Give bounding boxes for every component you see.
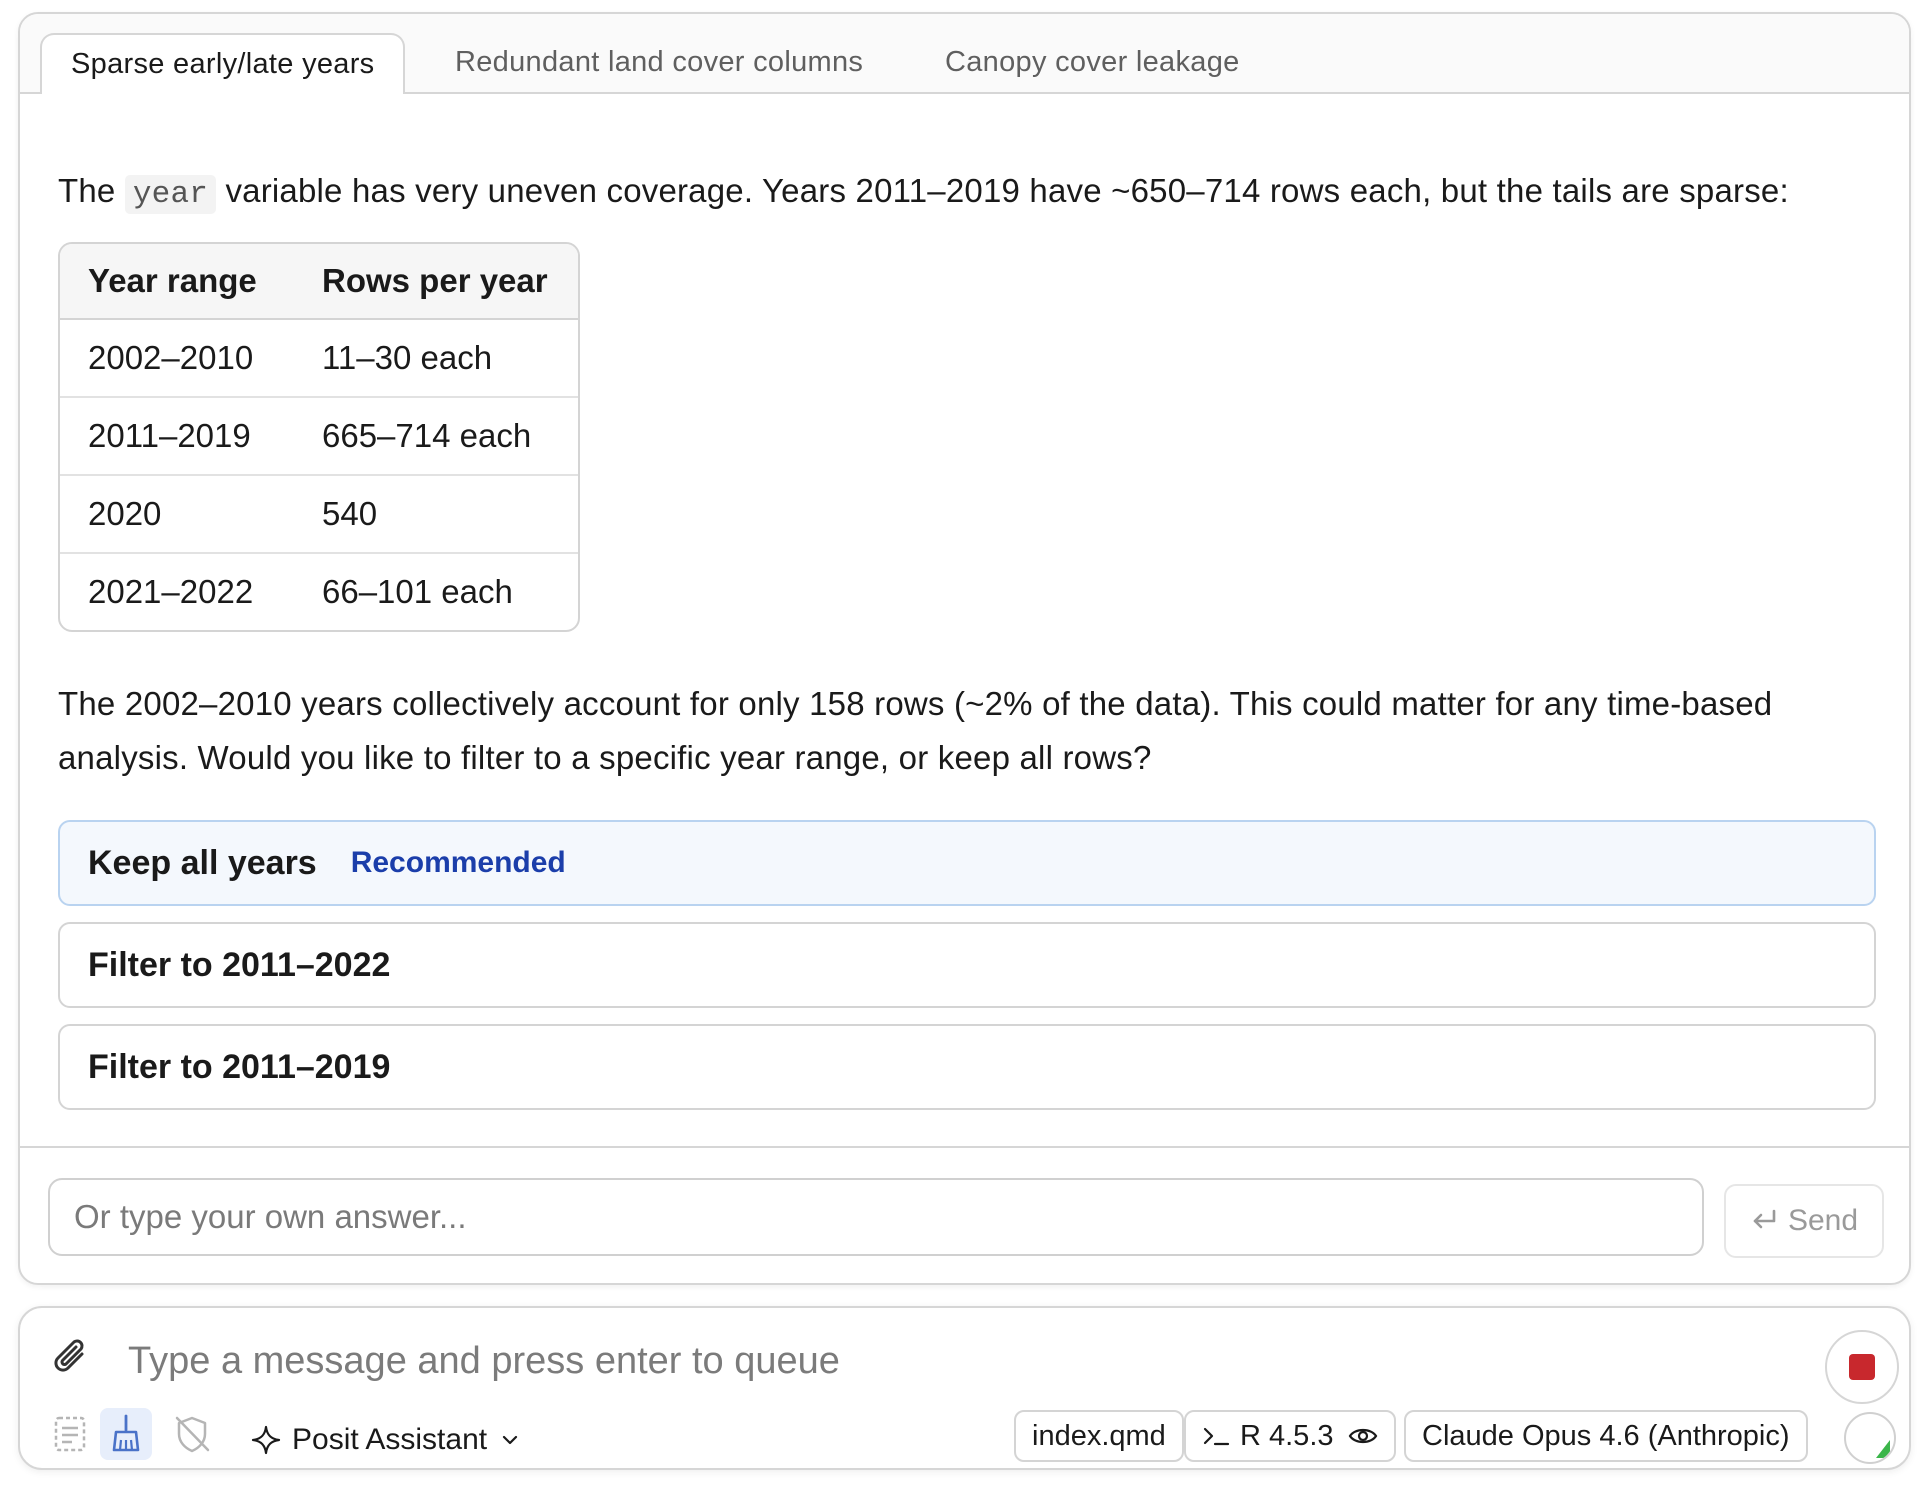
context-file-pill[interactable]: index.qmd bbox=[1014, 1410, 1184, 1462]
year-coverage-table: Year range Rows per year 2002–2010 11–30… bbox=[58, 242, 580, 632]
eye-icon bbox=[1348, 1428, 1377, 1444]
intro-text-after: variable has very uneven coverage. Years… bbox=[225, 172, 1789, 209]
tab-redundant-land-cover[interactable]: Redundant land cover columns bbox=[426, 33, 892, 92]
code-term: year bbox=[124, 175, 217, 214]
table-cell: 540 bbox=[294, 476, 578, 554]
table-cell: 2020 bbox=[60, 476, 294, 554]
intro-text-before: The bbox=[58, 172, 116, 209]
option-filter-2011-2019[interactable]: Filter to 2011–2019 bbox=[58, 1024, 1876, 1110]
table-header: Year range bbox=[60, 244, 294, 320]
paperclip-icon[interactable] bbox=[52, 1336, 92, 1385]
checklist-icon[interactable] bbox=[50, 1412, 90, 1461]
stop-icon bbox=[1849, 1354, 1875, 1380]
divider bbox=[20, 1146, 1909, 1148]
option-keep-all-years[interactable]: Keep all years Recommended bbox=[58, 820, 1876, 906]
option-filter-2011-2022[interactable]: Filter to 2011–2022 bbox=[58, 922, 1876, 1008]
context-file-label: index.qmd bbox=[1032, 1419, 1166, 1452]
table-cell: 2011–2019 bbox=[60, 398, 294, 476]
runtime-label: R 4.5.3 bbox=[1240, 1419, 1334, 1452]
table-row: 2011–2019 665–714 each bbox=[60, 398, 578, 476]
stop-button[interactable] bbox=[1825, 1330, 1899, 1404]
shield-off-icon[interactable] bbox=[170, 1412, 214, 1461]
terminal-icon bbox=[1203, 1427, 1230, 1446]
sparkle-icon bbox=[251, 1425, 281, 1455]
assistant-label: Posit Assistant bbox=[292, 1423, 488, 1456]
table-cell: 66–101 each bbox=[322, 573, 513, 610]
question-intro: The year variable has very uneven covera… bbox=[58, 164, 1869, 222]
message-input[interactable] bbox=[126, 1330, 1430, 1392]
table-row: 2002–2010 11–30 each bbox=[60, 320, 578, 398]
model-label: Claude Opus 4.6 (Anthropic) bbox=[1422, 1419, 1790, 1452]
tab-canopy-cover-leakage[interactable]: Canopy cover leakage bbox=[916, 33, 1269, 92]
table-cell: 2021–2022 bbox=[88, 573, 254, 610]
context-usage-indicator[interactable] bbox=[1844, 1412, 1896, 1464]
table-row: 2021–2022 66–101 each bbox=[60, 554, 578, 630]
send-label: Send bbox=[1787, 1204, 1859, 1237]
table-header-row: Year range Rows per year bbox=[60, 244, 578, 320]
option-label: Filter to 2011–2022 bbox=[88, 945, 391, 984]
send-button[interactable]: Send bbox=[1724, 1184, 1884, 1258]
table-row: 2020 540 bbox=[60, 476, 578, 554]
table-cell: 2002–2010 bbox=[60, 320, 294, 398]
table-cell: 11–30 each bbox=[294, 320, 578, 398]
runtime-pill[interactable]: R 4.5.3 bbox=[1184, 1410, 1396, 1462]
table-cell: 665–714 each bbox=[294, 398, 578, 476]
broom-icon[interactable] bbox=[100, 1408, 152, 1460]
recommended-badge: Recommended bbox=[350, 846, 566, 879]
tab-sparse-years[interactable]: Sparse early/late years bbox=[40, 33, 406, 94]
question-followup: The 2002–2010 years collectively account… bbox=[58, 685, 1773, 776]
model-pill[interactable]: Claude Opus 4.6 (Anthropic) bbox=[1404, 1410, 1808, 1462]
table-header: Rows per year bbox=[294, 244, 578, 320]
chevron-down-icon bbox=[502, 1435, 518, 1445]
tab-bar: Sparse early/late years Redundant land c… bbox=[20, 14, 1909, 94]
option-label: Filter to 2011–2019 bbox=[88, 1047, 391, 1086]
option-label: Keep all years bbox=[88, 843, 317, 882]
assistant-selector[interactable]: Posit Assistant bbox=[250, 1418, 533, 1462]
question-panel: Sparse early/late years Redundant land c… bbox=[18, 12, 1911, 1285]
enter-icon bbox=[1753, 1209, 1776, 1229]
chat-composer: Posit Assistant index.qmd R 4.5.3 Claude… bbox=[18, 1306, 1911, 1470]
custom-answer-input[interactable] bbox=[48, 1178, 1704, 1256]
